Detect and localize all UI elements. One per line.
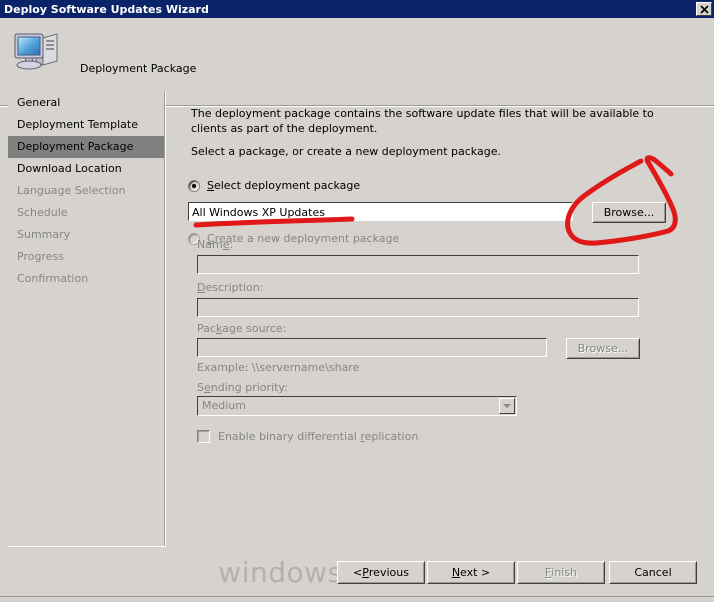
- wizard-header: Deployment Package: [0, 18, 714, 107]
- wizard-window: Deploy Software Updates Wizard Deploymen…: [0, 0, 714, 602]
- sidebar-item-download-location[interactable]: Download Location: [8, 158, 165, 180]
- computer-icon: [12, 28, 64, 74]
- package-name-input[interactable]: All Windows XP Updates: [188, 202, 573, 221]
- browse-package-button[interactable]: Browse...: [592, 202, 666, 223]
- enable-binary-differential-replication-checkbox: Enable binary differential replication: [197, 430, 418, 443]
- checkbox-unchecked-icon: [197, 430, 210, 443]
- package-source-label: Package source:: [197, 322, 287, 335]
- radio-selected-icon: [188, 179, 200, 192]
- sidebar-item-progress: Progress: [17, 250, 64, 263]
- sidebar-item-general[interactable]: General: [8, 92, 165, 114]
- checkbox-label: Enable binary differential replication: [218, 430, 419, 443]
- close-x-glyph: [699, 4, 709, 14]
- sending-priority-label: Sending priority:: [197, 381, 288, 394]
- sidebar-bottom-edge: [8, 546, 166, 547]
- radio-select-label: Select deployment package: [207, 179, 361, 192]
- sending-priority-value: Medium: [202, 399, 246, 412]
- sidebar-item-deployment-template[interactable]: Deployment Template: [8, 114, 165, 136]
- radio-select-deployment-package[interactable]: Select deployment package: [188, 179, 360, 192]
- browse-package-source-button: Browse...: [566, 338, 640, 359]
- next-button[interactable]: Next >: [427, 561, 515, 584]
- sidebar-divider-highlight: [165, 92, 166, 547]
- radio-create-label: Create a new deployment package: [207, 232, 400, 245]
- sidebar-item-language-selection: Language Selection: [17, 184, 126, 197]
- window-bottom-edge: [0, 596, 714, 602]
- description-paragraph-1: The deployment package contains the soft…: [191, 107, 654, 135]
- name-input: [197, 255, 639, 274]
- wizard-steps-sidebar: General Deployment Template Deployment P…: [8, 92, 165, 544]
- window-title: Deploy Software Updates Wizard: [4, 2, 209, 16]
- description-label: Description:: [197, 281, 264, 294]
- sending-priority-select: Medium: [197, 396, 517, 416]
- page-title: Deployment Package: [80, 62, 197, 75]
- finish-button: Finish: [517, 561, 605, 584]
- sidebar-item-summary: Summary: [17, 228, 71, 241]
- package-source-input: [197, 338, 547, 357]
- chevron-down-icon: [499, 398, 515, 414]
- close-icon[interactable]: [696, 2, 712, 16]
- name-label: Name:: [197, 238, 234, 251]
- sidebar-item-confirmation: Confirmation: [17, 272, 89, 285]
- cancel-button[interactable]: Cancel: [609, 561, 697, 584]
- sidebar-item-deployment-package[interactable]: Deployment Package: [8, 136, 165, 158]
- sidebar-item-schedule: Schedule: [17, 206, 68, 219]
- description-paragraph-2: Select a package, or create a new deploy…: [191, 145, 501, 158]
- package-source-example: Example: \\servername\share: [197, 361, 360, 374]
- previous-button[interactable]: < Previous: [337, 561, 425, 584]
- content-pane: The deployment package contains the soft…: [170, 92, 708, 547]
- title-bar: Deploy Software Updates Wizard: [0, 0, 714, 18]
- description-input: [197, 298, 639, 317]
